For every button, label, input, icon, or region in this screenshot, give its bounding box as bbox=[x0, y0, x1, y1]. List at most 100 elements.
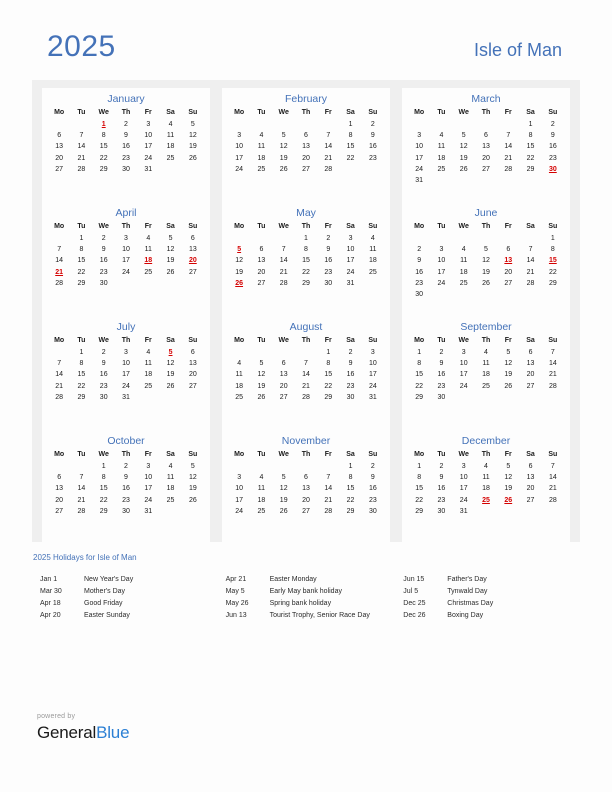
day-cell: 16 bbox=[99, 371, 108, 379]
weekday-header-we: We bbox=[98, 337, 109, 344]
calendar-band: January Mo Tu We Th Fr Sa Su 1 2 3 4 5 6 7 8 9 10 11 12 13 1… bbox=[32, 80, 580, 544]
day-cell: 24 bbox=[346, 268, 355, 276]
day-cell: 23 bbox=[122, 496, 130, 504]
day-cell: 18 bbox=[235, 382, 244, 390]
day-cell-empty bbox=[475, 175, 497, 186]
day-cell: 28 bbox=[548, 496, 557, 504]
day-cell: 6 bbox=[190, 349, 195, 357]
day-cell: 31 bbox=[415, 177, 424, 185]
day-cell: 28 bbox=[504, 165, 513, 173]
week-row: 22 23 24 25 26 27 28 bbox=[408, 381, 564, 392]
day-cell: 15 bbox=[77, 371, 86, 379]
week-row: 1 2 3 4 5 6 7 bbox=[408, 461, 564, 472]
day-cell-empty bbox=[453, 289, 475, 300]
day-cell: 25 bbox=[257, 507, 266, 515]
day-cell: 16 bbox=[368, 485, 377, 493]
weekday-header-tu: Tu bbox=[77, 223, 86, 230]
day-cell: 17 bbox=[144, 485, 153, 493]
day-cell: 3 bbox=[439, 246, 444, 254]
day-cell: 18 bbox=[257, 154, 266, 162]
legend-column: Jan 1 New Year's Day Mar 30 Mother's Day Apr… bbox=[40, 574, 226, 622]
day-cell: 12 bbox=[482, 257, 490, 265]
day-cell: 25 bbox=[257, 165, 266, 173]
week-row: 6 7 8 9 10 11 12 bbox=[48, 130, 204, 141]
day-cell: 9 bbox=[370, 474, 375, 482]
day-cell: 4 bbox=[439, 132, 444, 140]
day-cell: 18 bbox=[437, 154, 446, 162]
day-cell: 23 bbox=[368, 496, 377, 504]
legend-item-name: Early May bank holiday bbox=[269, 588, 342, 595]
day-cell: 10 bbox=[235, 143, 244, 151]
weekday-header-th: Th bbox=[301, 337, 311, 344]
month-title: June bbox=[474, 207, 498, 219]
day-cell: 7 bbox=[326, 474, 331, 482]
day-cell: 3 bbox=[461, 349, 466, 357]
day-cell: 19 bbox=[279, 154, 288, 162]
day-cell: 20 bbox=[257, 268, 266, 276]
month-title: July bbox=[116, 321, 136, 333]
day-cell: 31 bbox=[144, 165, 153, 173]
month-card-march: March Mo Tu We Th Fr Sa Su 1 2 3 4 5 6 7 8 9 10 11 12 13 14 1… bbox=[402, 88, 570, 202]
day-cell: 19 bbox=[166, 371, 175, 379]
month-card-october: October Mo Tu We Th Fr Sa Su 1 2 3 4 5 6 7 8 9 10 11 12 13 1… bbox=[42, 430, 210, 544]
weekday-header-we: We bbox=[458, 109, 469, 116]
day-cell: 28 bbox=[77, 165, 86, 173]
weekday-header-mo: Mo bbox=[414, 451, 425, 458]
day-cell: 30 bbox=[122, 507, 130, 515]
day-cell: 27 bbox=[55, 507, 64, 515]
day-cell: 1 bbox=[348, 121, 353, 129]
weekday-header-mo: Mo bbox=[234, 451, 245, 458]
month-card-august: August Mo Tu We Th Fr Sa Su 1 2 3 4 5 6 7 8 9 10 11 12 13 14… bbox=[222, 316, 390, 430]
day-cell: 4 bbox=[146, 349, 151, 357]
legend-item-date: Mar 30 bbox=[40, 588, 62, 595]
weekday-header-su: Su bbox=[368, 337, 378, 344]
weekday-header-su: Su bbox=[548, 451, 558, 458]
day-cell: 31 bbox=[122, 393, 130, 401]
day-cell: 30 bbox=[368, 507, 377, 515]
day-cell: 24 bbox=[368, 382, 377, 390]
day-cell: 17 bbox=[346, 257, 355, 265]
weekday-header-we: We bbox=[458, 337, 469, 344]
day-cell: 28 bbox=[548, 382, 557, 390]
day-cell-empty bbox=[115, 278, 137, 289]
weekday-header-su: Su bbox=[548, 223, 558, 230]
day-cell: 2 bbox=[417, 246, 422, 254]
day-cell: 18 bbox=[257, 496, 266, 504]
day-cell: 14 bbox=[548, 360, 557, 368]
weekday-header-th: Th bbox=[121, 109, 131, 116]
day-cell: 29 bbox=[77, 393, 86, 401]
day-cell: 22 bbox=[77, 382, 86, 390]
week-row: 2 3 4 5 6 7 8 bbox=[408, 244, 564, 255]
months-grid: January Mo Tu We Th Fr Sa Su 1 2 3 4 5 6 7 8 9 10 11 12 13 1… bbox=[32, 80, 580, 552]
day-cell: 6 bbox=[57, 132, 62, 140]
weekday-header-we: We bbox=[98, 109, 109, 116]
day-cell: 11 bbox=[482, 360, 490, 368]
day-cell: 10 bbox=[459, 360, 468, 368]
day-cell: 27 bbox=[257, 279, 266, 287]
weekday-header-su: Su bbox=[368, 109, 378, 116]
day-cell-empty bbox=[408, 233, 430, 244]
day-cell-holiday: 30 bbox=[548, 165, 557, 173]
day-cell: 18 bbox=[144, 371, 153, 379]
week-row: 10 11 12 13 14 15 16 bbox=[228, 483, 384, 494]
day-cell: 19 bbox=[504, 371, 513, 379]
day-cell-empty bbox=[497, 506, 519, 517]
weekday-header-we: We bbox=[458, 451, 469, 458]
day-cell: 30 bbox=[346, 393, 355, 401]
day-cell: 20 bbox=[55, 496, 64, 504]
day-cell-holiday: 25 bbox=[482, 496, 490, 504]
day-cell: 15 bbox=[77, 257, 86, 265]
week-row: 29 30 bbox=[408, 392, 564, 403]
day-cell-empty bbox=[542, 392, 564, 403]
day-cell: 23 bbox=[324, 268, 333, 276]
day-cell: 10 bbox=[122, 246, 130, 254]
weekday-header-tu: Tu bbox=[437, 451, 446, 458]
day-cell: 2 bbox=[326, 235, 331, 243]
day-cell: 14 bbox=[55, 257, 64, 265]
weekday-header-su: Su bbox=[548, 337, 558, 344]
day-cell: 21 bbox=[302, 382, 310, 390]
day-cell: 17 bbox=[368, 371, 377, 379]
week-row: 10 11 12 13 14 15 16 bbox=[228, 141, 384, 152]
day-cell-empty bbox=[159, 506, 181, 517]
week-row: 8 9 10 11 12 13 14 bbox=[408, 358, 564, 369]
